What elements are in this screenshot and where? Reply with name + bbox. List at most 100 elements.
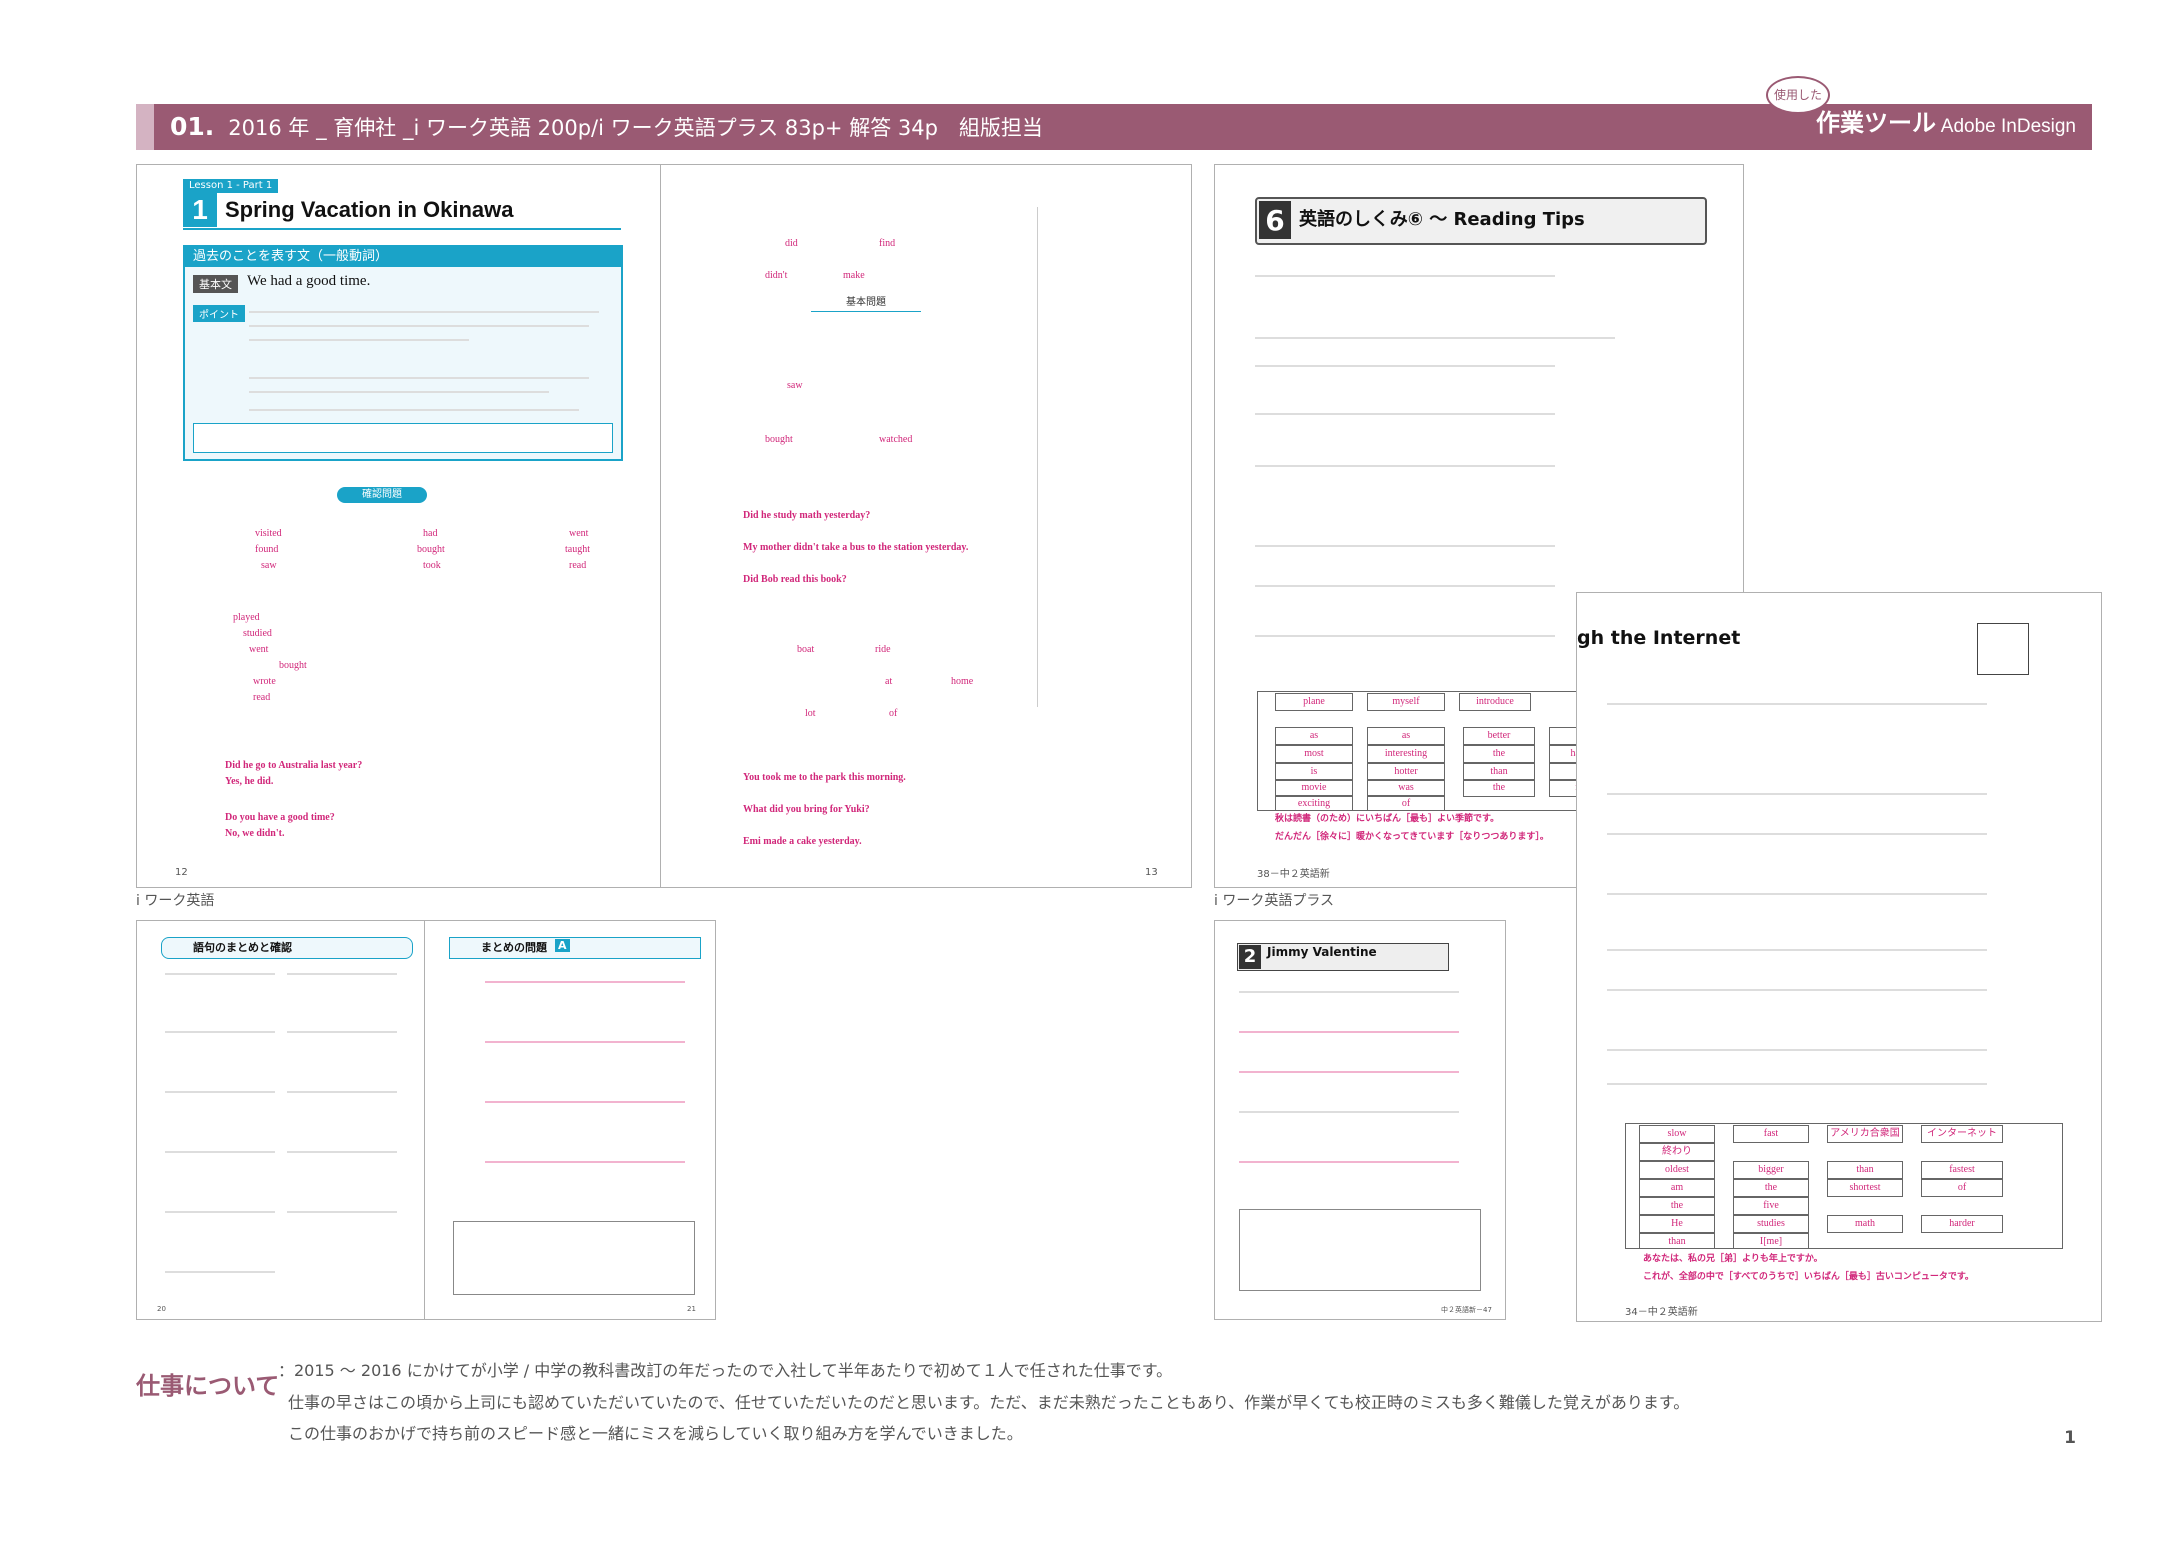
plus-cell: of [1367,795,1445,811]
internet-jp-answer-2: これが、全部の中で［すべてのうちで］いちばん［最も］古いコンピュータです。 [1643,1272,1974,1282]
plus-line [1255,337,1615,339]
plus-line [1255,413,1555,415]
internet-cell: studies [1733,1215,1809,1233]
answer-b-2: studied [243,628,272,639]
note-line-3: この仕事のおかげで持ち前のスピード感と一緒にミスを減らしていく取り組み方を学んで… [288,1424,1023,1443]
page-number-21: 21 [687,1305,696,1313]
p20-line [287,1031,397,1033]
point-line [249,339,469,341]
answer-13-18: What did you bring for Yuki? [743,804,870,815]
jimmy-line [1239,991,1459,993]
p20-line [165,973,275,975]
internet-cell: slow [1639,1125,1715,1143]
plus-line [1255,465,1555,467]
point-line [249,377,589,379]
internet-line [1607,793,1987,795]
project-number: 01. [170,112,215,141]
p20-line [287,1151,397,1153]
internet-cell: shortest [1827,1179,1903,1197]
plus-jp-answer-2: だんだん［徐々に］暖かくなってきています［なりつつあります］。 [1275,832,1549,842]
caption-i-work-plus: i ワーク英語プラス [1214,893,1335,909]
page-number: 1 [2064,1428,2076,1448]
jimmy-title: Jimmy Valentine [1267,945,1377,959]
internet-cell: アメリカ合衆国 [1827,1125,1903,1143]
work-notes-icon: 仕事について [136,1372,280,1400]
plus-cell: better [1463,727,1535,745]
answer-a-9: read [569,560,587,571]
jimmy-line [1239,1071,1459,1073]
check-problems-pill: 確認問題 [337,487,427,503]
title-underline [183,228,621,230]
note-line-2: 仕事の早さはこの頃から上司にも認めていただいていたので、任せていただいたのだと思… [288,1393,1690,1412]
p21-line [485,981,685,983]
plus-cell: myself [1367,693,1445,711]
plus-page-number: 38－中２英語新 [1257,869,1330,880]
answer-a-4: found [255,544,279,555]
answer-a-5: bought [417,544,445,555]
internet-cell: am [1639,1179,1715,1197]
answer-13-1: did [785,238,798,249]
page-13-thumbnail: 基本問題 did find didn't make saw bought wat… [660,164,1192,888]
internet-cell: 終わり [1639,1143,1715,1161]
plus-cell: interesting [1367,745,1445,763]
note-line-1: ：2015 ～ 2016 にかけてが小学 / 中学の教科書改訂の年だったので入社… [278,1361,1173,1380]
page-number-13: 13 [1145,867,1158,878]
plus-line [1255,635,1555,637]
p20-line [165,1271,275,1273]
answer-13-10: Did Bob read this book? [743,574,847,585]
answer-a-3: went [569,528,589,539]
internet-line [1607,833,1987,835]
p20-line [287,1211,397,1213]
internet-line [1607,703,1987,705]
internet-line [1607,893,1987,895]
point-line [249,311,599,313]
internet-jp-answer-1: あなたは、私の兄［弟］よりも年上ですか。 [1643,1254,1823,1264]
jimmy-valentine-thumbnail: 2 Jimmy Valentine 中２英語新－47 [1214,920,1506,1320]
jimmy-number: 2 [1239,945,1261,969]
answer-13-3: didn't [765,270,788,281]
jimmy-page-number: 中２英語新－47 [1441,1306,1492,1314]
answer-13-17: You took me to the park this morning. [743,772,906,783]
plus-title: 英語のしくみ⑥ ～ Reading Tips [1299,209,1585,230]
p20-line [287,973,397,975]
internet-line [1607,989,1987,991]
p20-title: 語句のまとめと確認 [193,941,292,954]
caption-i-work: i ワーク英語 [136,893,215,909]
answer-b-5: wrote [253,676,276,687]
answer-a-1: visited [255,528,282,539]
answer-13-8: Did he study math yesterday? [743,510,871,521]
internet-cell: bigger [1733,1161,1809,1179]
project-title: 01. 2016 年 _ 育伸社 _i ワーク英語 200p/i ワーク英語プラス… [170,104,1043,150]
lesson-number: 1 [183,193,217,227]
jimmy-line [1239,1031,1459,1033]
answer-13-13: at [885,676,893,687]
answer-13-6: bought [765,434,793,445]
plus-cell: most [1275,745,1353,763]
internet-cell: I[me] [1733,1233,1809,1249]
page-21-thumbnail: まとめの問題 A 21 [424,920,716,1320]
point-line [249,409,579,411]
internet-page-34-thumbnail: gh the Internet slow fast アメリカ合衆国 インターネッ… [1576,592,2102,1322]
work-tool-badge: 作業ツール [1816,109,1936,137]
answer-c-4: No, we didn't. [225,828,285,839]
p21-line [485,1161,685,1163]
internet-cell: harder [1921,1215,2003,1233]
answer-13-15: lot [805,708,816,719]
answer-a-6: taught [565,544,590,555]
internet-cell: the [1639,1197,1715,1215]
plus-line [1255,585,1555,587]
internet-line [1607,1083,1987,1085]
lesson-tag: Lesson 1 - Part 1 [183,179,279,193]
p21-level: A [555,939,570,952]
header-accent [136,104,154,150]
page-12-thumbnail: Lesson 1 - Part 1 1 Spring Vacation in O… [136,164,662,888]
internet-header-box [1977,623,2029,675]
internet-cell: oldest [1639,1161,1715,1179]
tool-name: Adobe InDesign [1940,116,2076,137]
answer-b-1: played [233,612,260,623]
point-line [249,391,549,393]
answer-c-1: Did he go to Australia last year? [225,760,363,771]
p21-line [485,1101,685,1103]
plus-line [1255,275,1555,277]
p21-line [485,1041,685,1043]
